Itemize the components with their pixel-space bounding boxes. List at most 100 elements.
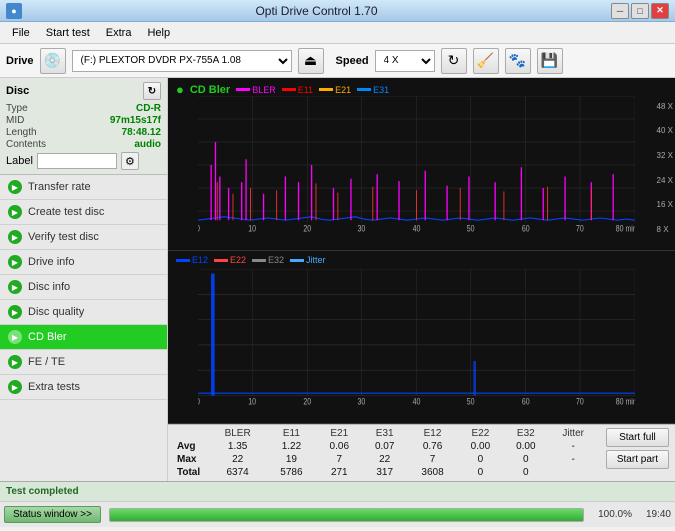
stats-area: BLER E11 E21 E31 E12 E22 E32 Jitter bbox=[168, 424, 675, 481]
chart2-legend-e22: E22 bbox=[214, 255, 246, 265]
sidebar-item-disc-info[interactable]: ▶ Disc info bbox=[0, 275, 167, 300]
col-bler-header: BLER bbox=[209, 427, 266, 440]
sidebar-item-create-test-disc[interactable]: ▶ Create test disc bbox=[0, 200, 167, 225]
window-controls: ─ □ ✕ bbox=[611, 3, 669, 19]
gear-button[interactable]: ⚙ bbox=[121, 152, 139, 170]
total-e22: 0 bbox=[458, 466, 503, 479]
close-button[interactable]: ✕ bbox=[651, 3, 669, 19]
sidebar-item-transfer-rate[interactable]: ▶ Transfer rate bbox=[0, 175, 167, 200]
total-e31: 317 bbox=[362, 466, 407, 479]
total-e11: 5786 bbox=[266, 466, 316, 479]
chart2-legend-e32: E32 bbox=[252, 255, 284, 265]
disc-panel-title: Disc bbox=[6, 85, 29, 97]
title-bar: ● Opti Drive Control 1.70 ─ □ ✕ bbox=[0, 0, 675, 22]
chart2-legend-e12: E12 bbox=[176, 255, 208, 265]
max-e31: 22 bbox=[362, 453, 407, 466]
progress-bar-fill bbox=[110, 509, 583, 521]
chart1-legend-bler: BLER bbox=[236, 85, 276, 95]
status-window-button[interactable]: Status window >> bbox=[4, 506, 101, 523]
col-e32-header: E32 bbox=[503, 427, 548, 440]
length-value: 78:48.12 bbox=[122, 127, 161, 138]
test-completed-label: Test completed bbox=[6, 486, 79, 497]
chart1-name: CD Bler bbox=[190, 84, 230, 96]
avg-e21: 0.06 bbox=[317, 440, 362, 453]
svg-text:70: 70 bbox=[576, 397, 584, 407]
eject-button[interactable]: ⏏ bbox=[298, 48, 324, 74]
menu-start-test[interactable]: Start test bbox=[38, 25, 98, 41]
sidebar-item-fe-te[interactable]: ▶ FE / TE bbox=[0, 350, 167, 375]
svg-text:50: 50 bbox=[467, 397, 475, 407]
sidebar-item-cd-bler[interactable]: ▶ CD Bler bbox=[0, 325, 167, 350]
drive-icon-btn[interactable]: 💿 bbox=[40, 48, 66, 74]
total-e21: 271 bbox=[317, 466, 362, 479]
svg-text:0: 0 bbox=[196, 397, 200, 407]
start-part-button[interactable]: Start part bbox=[606, 450, 669, 469]
verify-disc-icon: ▶ bbox=[8, 230, 22, 244]
time-display: 19:40 bbox=[636, 509, 671, 520]
type-value: CD-R bbox=[136, 103, 161, 114]
svg-text:60: 60 bbox=[522, 224, 530, 234]
svg-text:60: 60 bbox=[522, 397, 530, 407]
refresh-button[interactable]: ↻ bbox=[441, 48, 467, 74]
create-disc-icon: ▶ bbox=[8, 205, 22, 219]
svg-text:350: 350 bbox=[185, 291, 197, 301]
menu-bar: File Start test Extra Help bbox=[0, 22, 675, 44]
chart1-e11-label: E11 bbox=[298, 85, 313, 95]
max-e12: 7 bbox=[407, 453, 457, 466]
chart1-e31-label: E31 bbox=[373, 85, 389, 95]
sidebar-item-extra-tests[interactable]: ▶ Extra tests bbox=[0, 375, 167, 400]
disc-panel: Disc ↻ Type CD-R MID 97m15s17f Length 78… bbox=[0, 78, 167, 175]
sidebar-item-disc-quality[interactable]: ▶ Disc quality bbox=[0, 300, 167, 325]
sidebar-item-verify-test-disc[interactable]: ▶ Verify test disc bbox=[0, 225, 167, 250]
save-button[interactable]: 💾 bbox=[537, 48, 563, 74]
label-input[interactable] bbox=[37, 153, 117, 169]
window-title: Opti Drive Control 1.70 bbox=[22, 4, 611, 18]
total-e32: 0 bbox=[503, 466, 548, 479]
menu-help[interactable]: Help bbox=[139, 25, 178, 41]
speed-select[interactable]: 4 X bbox=[375, 50, 435, 72]
svg-text:50: 50 bbox=[188, 390, 196, 400]
svg-text:80 min: 80 min bbox=[616, 397, 637, 407]
status-bar: Status window >> 100.0% 19:40 bbox=[0, 501, 675, 527]
chart1-icon: ● bbox=[176, 82, 184, 97]
sidebar-item-drive-info[interactable]: ▶ Drive info bbox=[0, 250, 167, 275]
drive-select[interactable]: (F:) PLEXTOR DVDR PX-755A 1.08 bbox=[72, 50, 292, 72]
col-e12-header: E12 bbox=[407, 427, 457, 440]
mid-label: MID bbox=[6, 115, 24, 126]
chart2-title: E12 E22 E32 Jitter bbox=[176, 255, 326, 265]
menu-extra[interactable]: Extra bbox=[98, 25, 140, 41]
chart1-bler-label: BLER bbox=[252, 85, 276, 95]
chart2-e12-label: E12 bbox=[192, 255, 208, 265]
svg-text:20: 20 bbox=[188, 139, 196, 149]
chart2-legend-jitter: Jitter bbox=[290, 255, 326, 265]
avg-e12: 0.76 bbox=[407, 440, 457, 453]
mid-value: 97m15s17f bbox=[110, 115, 161, 126]
length-label: Length bbox=[6, 127, 37, 138]
menu-file[interactable]: File bbox=[4, 25, 38, 41]
chart2-svg: 400 350 300 200 100 50 0 10 20 30 40 50 … bbox=[168, 251, 675, 423]
options-button[interactable]: 🐾 bbox=[505, 48, 531, 74]
disc-quality-label: Disc quality bbox=[28, 306, 84, 318]
start-full-button[interactable]: Start full bbox=[606, 428, 669, 447]
chart1-legend-e21: E21 bbox=[319, 85, 351, 95]
disc-refresh-button[interactable]: ↻ bbox=[143, 82, 161, 100]
extra-tests-icon: ▶ bbox=[8, 380, 22, 394]
label-field-label: Label bbox=[6, 155, 33, 167]
max-e11: 19 bbox=[266, 453, 316, 466]
verify-disc-label: Verify test disc bbox=[28, 231, 99, 243]
maximize-button[interactable]: □ bbox=[631, 3, 649, 19]
col-e21-header: E21 bbox=[317, 427, 362, 440]
chart1-e21-label: E21 bbox=[335, 85, 351, 95]
chart1-legend-e31: E31 bbox=[357, 85, 389, 95]
minimize-button[interactable]: ─ bbox=[611, 3, 629, 19]
progress-text: 100.0% bbox=[592, 509, 632, 520]
max-bler: 22 bbox=[209, 453, 266, 466]
chart2-container: E12 E22 E32 Jitter bbox=[168, 251, 675, 424]
create-disc-label: Create test disc bbox=[28, 206, 104, 218]
table-row: Max 22 19 7 22 7 0 0 - bbox=[174, 453, 598, 466]
chart2-e32-label: E32 bbox=[268, 255, 284, 265]
contents-label: Contents bbox=[6, 139, 46, 150]
type-label: Type bbox=[6, 103, 28, 114]
stats-table: BLER E11 E21 E31 E12 E22 E32 Jitter bbox=[174, 427, 598, 479]
clear-button[interactable]: 🧹 bbox=[473, 48, 499, 74]
